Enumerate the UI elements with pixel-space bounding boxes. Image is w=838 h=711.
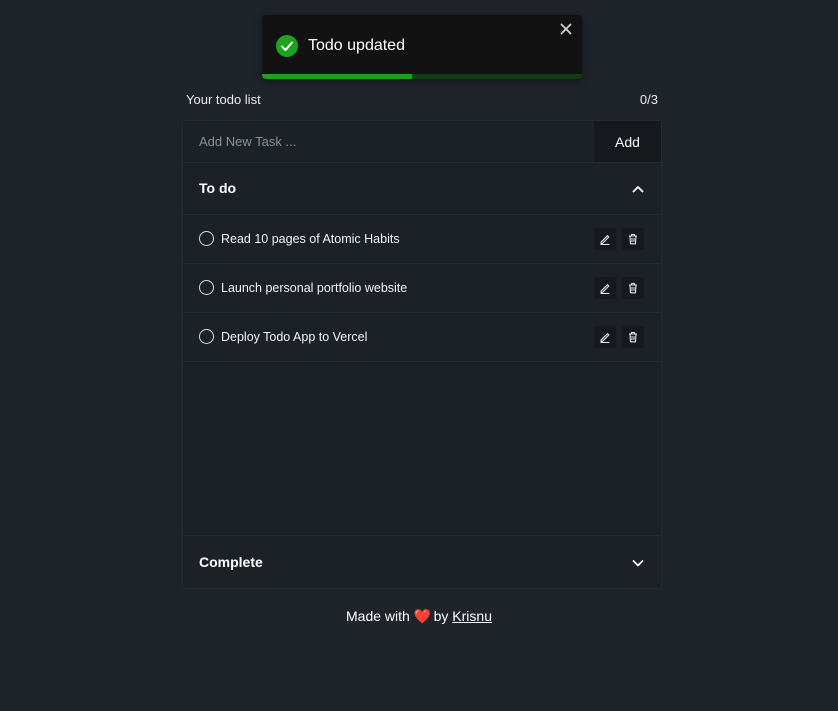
new-task-input[interactable] — [183, 121, 594, 162]
todo-count: 0/3 — [639, 92, 658, 107]
add-task-button[interactable]: Add — [594, 121, 661, 162]
footer: Made with ❤️ by Krisnu — [0, 608, 838, 625]
todo-checkbox[interactable] — [199, 231, 214, 246]
list-title: Your todo list — [186, 92, 261, 107]
complete-section-header[interactable]: Complete — [183, 535, 661, 589]
pencil-icon — [600, 235, 610, 245]
check-circle-icon — [276, 35, 298, 57]
author-link[interactable]: Krisnu — [452, 608, 492, 624]
trash-icon — [629, 233, 637, 245]
todo-item: Launch personal portfolio website — [183, 264, 661, 313]
toast-message: Todo updated — [308, 37, 405, 54]
edit-button[interactable] — [594, 326, 616, 348]
page: Todo updated Your todo list 0/3 Add To d… — [0, 0, 838, 711]
pencil-icon — [600, 284, 610, 294]
toast-notification: Todo updated — [262, 15, 582, 79]
close-icon[interactable] — [558, 21, 574, 37]
delete-button[interactable] — [622, 326, 644, 348]
edit-button[interactable] — [594, 228, 616, 250]
trash-icon — [629, 331, 637, 343]
trash-icon — [629, 282, 637, 294]
todo-item-label: Deploy Todo App to Vercel — [221, 330, 368, 344]
chevron-up-icon[interactable] — [631, 182, 645, 196]
todo-item-label: Launch personal portfolio website — [221, 281, 408, 295]
delete-button[interactable] — [622, 228, 644, 250]
toast-progress-bar — [262, 74, 413, 79]
todo-item: Read 10 pages of Atomic Habits — [183, 215, 661, 264]
heart-icon: ❤️ — [413, 608, 432, 624]
todo-item: Deploy Todo App to Vercel — [183, 313, 661, 362]
todo-item-label: Read 10 pages of Atomic Habits — [221, 232, 400, 246]
footer-prefix: Made with — [346, 608, 410, 624]
pencil-icon — [600, 333, 610, 343]
todo-checkbox[interactable] — [199, 329, 214, 344]
delete-button[interactable] — [622, 277, 644, 299]
list-header: Your todo list 0/3 — [186, 92, 658, 108]
todo-card: Add To do Read 10 pages of Atomic Habits — [182, 120, 662, 589]
chevron-down-icon[interactable] — [631, 556, 645, 570]
complete-section-title: Complete — [199, 554, 263, 570]
edit-button[interactable] — [594, 277, 616, 299]
todo-section-header[interactable]: To do — [183, 162, 661, 215]
todo-checkbox[interactable] — [199, 280, 214, 295]
toast-progress-track — [262, 74, 582, 79]
add-task-row: Add — [183, 121, 661, 163]
todo-section-title: To do — [199, 180, 237, 196]
footer-by: by — [433, 608, 449, 624]
